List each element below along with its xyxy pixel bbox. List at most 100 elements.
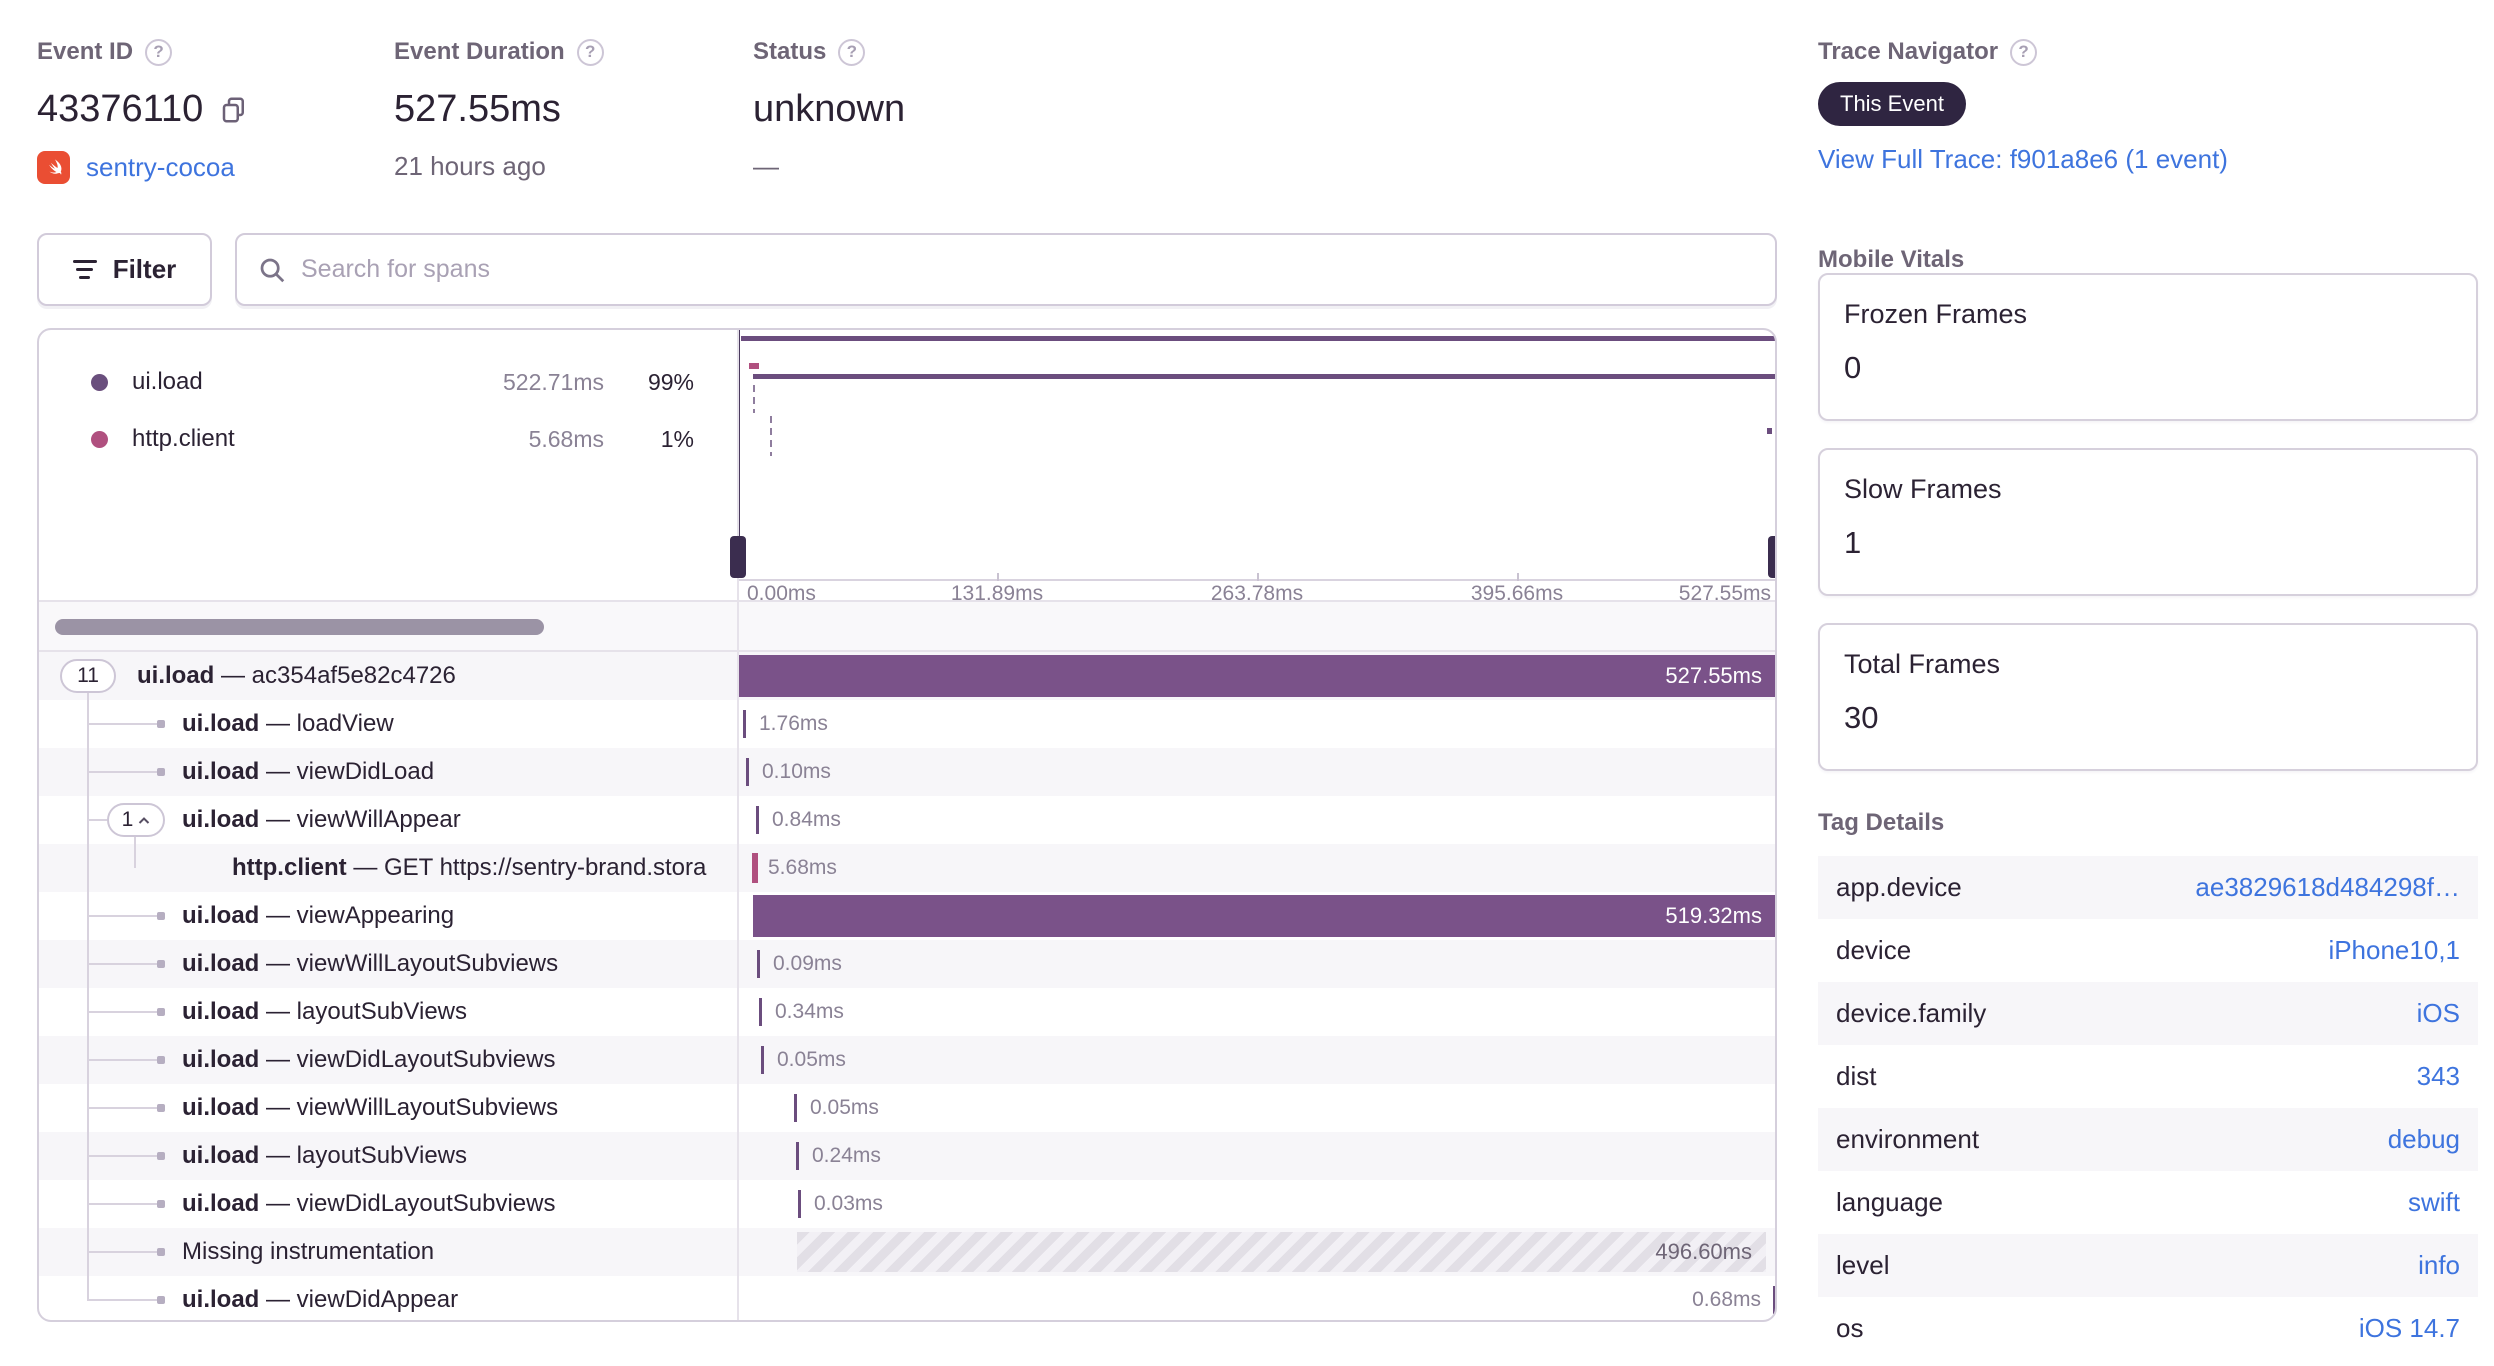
vital-card-total-frames: Total Frames 30 [1818,623,2478,771]
span-row[interactable]: ui.load — viewDidLoad 0.10ms [39,748,1775,796]
span-row[interactable]: ui.load — viewWillLayoutSubviews 0.05ms [39,1084,1775,1132]
trace-navigator-section: Trace Navigator ? This Event View Full T… [1818,38,2228,175]
help-icon[interactable]: ? [838,38,866,66]
minimap-dashed-mark [753,385,755,413]
tag-value-link[interactable]: 343 [2417,1061,2460,1092]
copy-icon[interactable] [219,95,249,125]
tree-trunk-line [87,692,89,1300]
minimap-span-line [741,336,1775,341]
tag-value-link[interactable]: iPhone10,1 [2328,935,2460,966]
span-row[interactable]: ui.load — loadView 1.76ms [39,700,1775,748]
span-bar[interactable] [794,1094,797,1122]
help-icon[interactable]: ? [2010,38,2038,66]
span-row[interactable]: ui.load — layoutSubViews 0.24ms [39,1132,1775,1180]
span-bar[interactable] [743,710,746,738]
legend-dot [91,430,108,448]
tag-row: device.family iOS [1818,982,2478,1045]
event-time-ago: 21 hours ago [394,151,546,181]
status-section: Status ? unknown — [753,38,905,182]
tag-value-link[interactable]: swift [2408,1187,2460,1218]
event-id-label: Event ID [37,38,134,65]
tag-row: level info [1818,1234,2478,1297]
span-bar[interactable] [759,998,762,1026]
span-bar[interactable] [756,806,759,834]
event-duration-label: Event Duration [394,38,565,65]
filter-button[interactable]: Filter [37,233,212,306]
span-bar[interactable] [739,655,1775,697]
span-bar[interactable] [746,758,749,786]
search-icon [260,258,285,282]
tag-details-table: app.device ae3829618d484298f… device iPh… [1818,856,2478,1360]
span-row[interactable]: ui.load — viewDidLayoutSubviews 0.05ms [39,1036,1775,1084]
event-duration-section: Event Duration ? 527.55ms 21 hours ago [394,38,604,182]
tag-row: device iPhone10,1 [1836,935,2460,966]
legend-dot [91,373,108,391]
status-label: Status [753,38,827,65]
project-link[interactable]: sentry-cocoa [86,152,235,183]
tag-value-link[interactable]: ae3829618d484298f… [2195,872,2460,903]
tag-row: environment debug [1818,1108,2478,1171]
tag-details-heading: Tag Details [1818,809,1945,836]
span-bar[interactable] [761,1046,764,1074]
trace-minimap[interactable] [730,330,1777,579]
trace-waterfall-panel: ui.load 522.71ms 99% http.client 5.68ms … [37,328,1777,1322]
span-bar[interactable] [753,895,1775,937]
span-bar[interactable] [797,1232,1766,1272]
span-row[interactable]: ui.load — viewDidAppear 0.68ms [39,1276,1775,1320]
tag-value-link[interactable]: iOS [2417,998,2460,1029]
this-event-badge[interactable]: This Event [1818,82,1966,126]
span-row[interactable]: 11 ui.load — ac354af5e82c4726 527.55ms [39,652,1775,700]
legend-item-httpclient: http.client 5.68ms 1% [91,424,737,454]
minimap-span-line [753,374,1775,379]
event-duration-value: 527.55ms [394,88,561,130]
span-row[interactable]: ui.load — viewDidLayoutSubviews 0.03ms [39,1180,1775,1228]
span-row[interactable]: ui.load — viewWillLayoutSubviews 0.09ms [39,940,1775,988]
tag-value-link[interactable]: iOS 14.7 [2359,1313,2460,1344]
tree-trunk-line [134,836,136,868]
minimap-end-tick [1767,428,1772,434]
swift-icon [37,151,70,184]
minimap-dashed-mark [770,416,772,456]
span-bar[interactable] [752,853,758,883]
span-row-missing-instrumentation[interactable]: Missing instrumentation 496.60ms [39,1228,1775,1276]
tag-row: language swift [1836,1187,2460,1218]
filter-icon [72,260,97,279]
child-count-badge[interactable]: 11 [60,659,116,693]
legend-item-uiload: ui.load 522.71ms 99% [91,367,737,397]
tag-row: dist 343 [1836,1061,2460,1092]
event-id-value: 43376110 [37,88,204,130]
sentry-event-detail-page: Event ID ? 43376110 sentry-cocoa Event D… [0,0,2494,1366]
span-bar[interactable] [796,1142,799,1170]
span-bar[interactable] [757,950,760,978]
search-input[interactable] [301,255,1755,284]
span-bar[interactable] [798,1190,801,1218]
chevron-up-icon [139,816,150,824]
span-tree: 11 ui.load — ac354af5e82c4726 527.55ms ui… [39,652,1775,1320]
help-icon[interactable]: ? [145,38,173,66]
column-divider[interactable] [737,330,739,1320]
span-row[interactable]: ui.load — layoutSubViews 0.34ms [39,988,1775,1036]
trace-navigator-label: Trace Navigator [1818,38,1999,65]
vital-card-slow-frames: Slow Frames 1 [1818,448,2478,596]
tag-value-link[interactable]: info [2418,1250,2460,1281]
span-row[interactable]: http.client — GET https://sentry-brand.s… [39,844,1775,892]
horizontal-scrollbar-track[interactable] [39,600,1775,652]
span-search [235,233,1777,306]
minimap-http-mark [749,363,759,369]
status-value: unknown [753,88,906,130]
minimap-right-guide [1776,330,1777,578]
time-axis: 0.00ms 131.89ms 263.78ms 395.66ms 527.55… [737,573,1775,605]
help-icon[interactable]: ? [576,38,604,66]
view-full-trace-link[interactable]: View Full Trace: f901a8e6 (1 event) [1818,144,2228,175]
span-bar[interactable] [1773,1286,1775,1314]
minimap-right-handle[interactable] [1768,536,1775,578]
minimap-left-handle[interactable] [730,536,746,578]
status-sub: — [753,151,779,181]
child-count-badge[interactable]: 1 [107,803,165,837]
horizontal-scrollbar-thumb[interactable] [55,619,544,635]
tag-row: os iOS 14.7 [1836,1313,2460,1344]
span-row[interactable]: ui.load — viewAppearing 519.32ms [39,892,1775,940]
span-row[interactable]: 1 ui.load — viewWillAppear 0.84ms [39,796,1775,844]
tag-value-link[interactable]: debug [2388,1124,2460,1155]
mobile-vitals-heading: Mobile Vitals [1818,246,1965,273]
